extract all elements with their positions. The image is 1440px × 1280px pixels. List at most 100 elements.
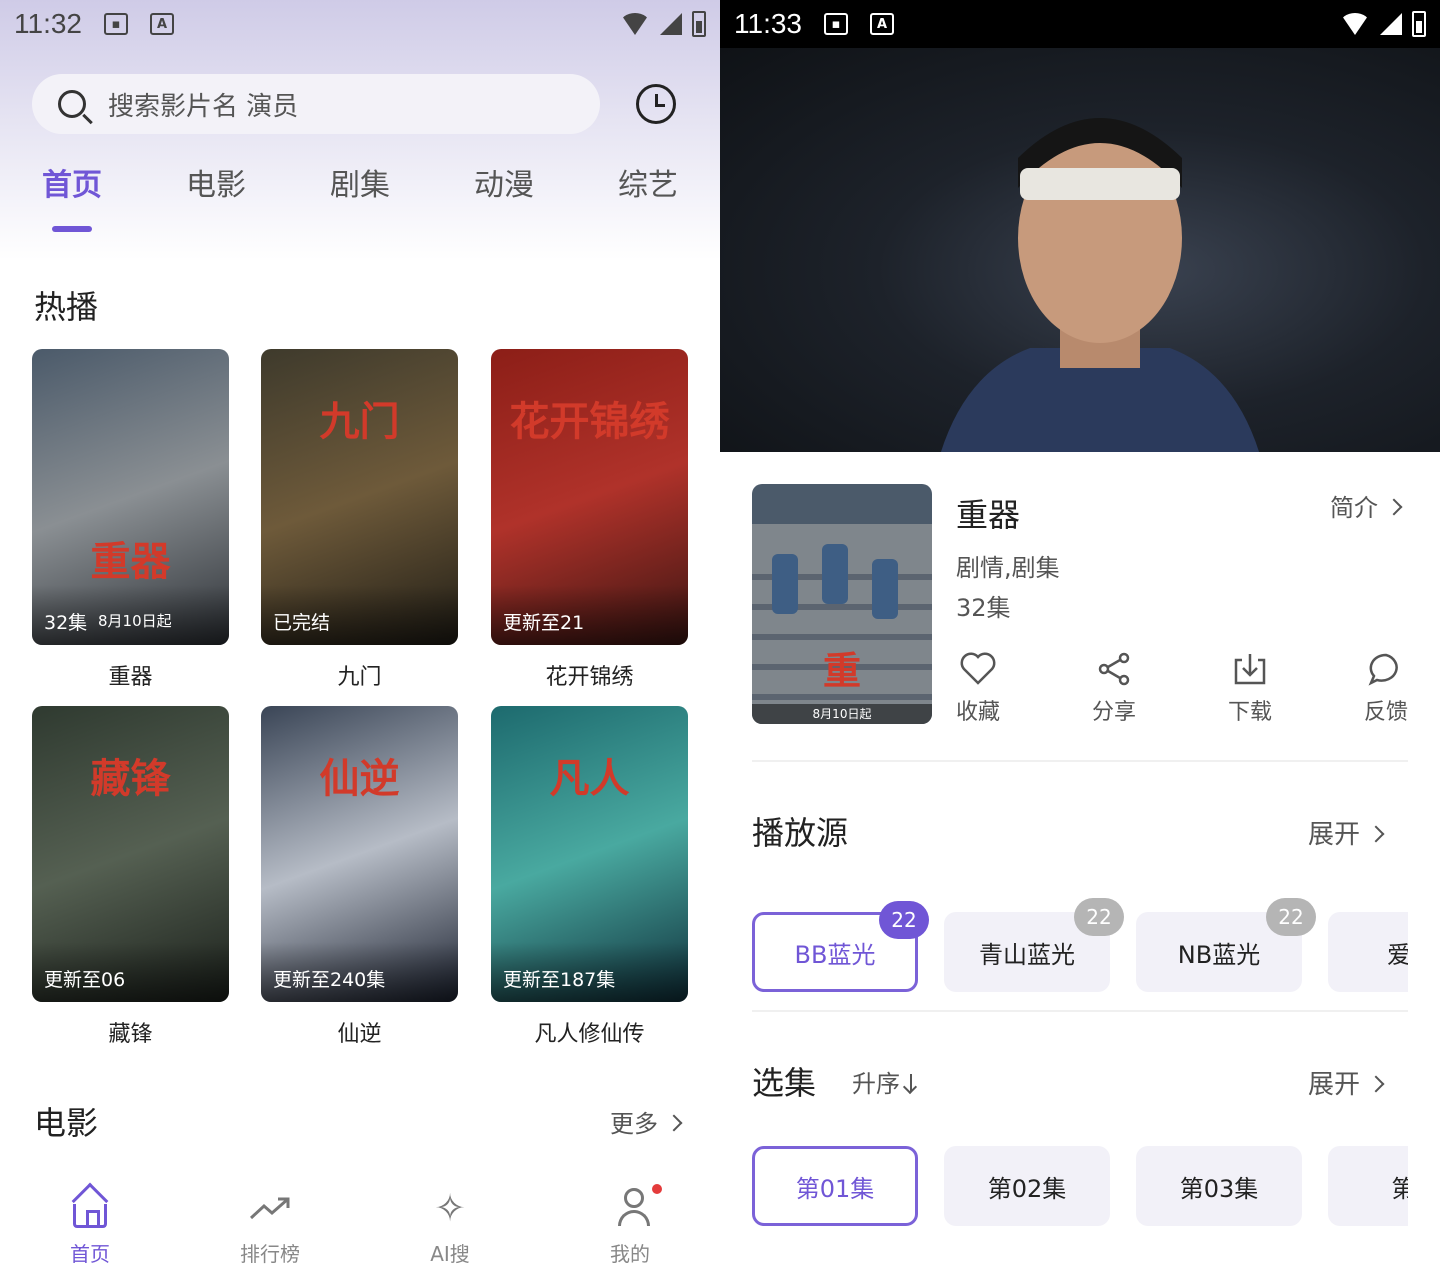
intro-link[interactable]: 简介 [1330,488,1403,523]
source-count-badge: 22 [879,901,929,939]
show-poster: 藏锋 更新至06 [32,706,229,1002]
nav-profile[interactable]: 我的 [570,1186,690,1267]
source-chip[interactable]: 爱奇 [1328,912,1408,992]
show-poster: 九门 已完结 [261,349,458,645]
sources-expand[interactable]: 展开 [1307,814,1385,851]
nav-profile-label: 我的 [610,1242,650,1266]
heart-icon [960,652,996,685]
wifi-icon [1340,13,1370,35]
source-chip[interactable]: 青山蓝光 22 [944,898,1124,992]
episodes-expand[interactable]: 展开 [1307,1064,1385,1101]
episode-list: 第01集 第02集 第03集 第0 [720,1130,1408,1240]
battery-icon [1412,11,1426,37]
feedback-button[interactable]: 反馈 [1346,652,1426,726]
detail-screen: 11:33 ▪ A 重 8月10日起 重器 剧情,剧集 32集 简介 收藏 分享… [720,0,1440,1280]
history-icon[interactable] [636,84,676,124]
arrow-down-icon [910,1074,912,1092]
image-icon: ▪ [104,13,128,35]
home-icon [68,1186,112,1230]
hot-section-title: 热播 [34,288,99,326]
source-count-badge: 22 [1266,898,1316,936]
episodes-expand-label: 展开 [1307,1070,1360,1100]
detail-title: 重器 [956,496,1021,534]
episode-chip[interactable]: 第03集 [1136,1146,1302,1226]
show-title: 重器 [108,665,153,690]
episode-chip[interactable]: 第0 [1328,1146,1408,1226]
sort-label: 升序 [852,1070,900,1098]
download-button[interactable]: 下载 [1210,652,1290,726]
detail-poster: 重 8月10日起 [752,484,932,724]
show-card[interactable]: 仙逆 更新至240集 仙逆 [261,706,458,1048]
poster-title-art: 藏锋 [90,755,171,802]
show-title: 九门 [337,665,382,690]
release-date-badge: 8月10日起 [98,612,172,630]
video-player[interactable] [720,48,1440,452]
sources-expand-label: 展开 [1307,820,1360,850]
download-label: 下载 [1227,700,1272,725]
movies-section-title: 电影 [34,1104,99,1142]
status-time: 11:33 [734,8,802,39]
nav-home-label: 首页 [70,1242,110,1266]
source-chip[interactable]: NB蓝光 22 [1136,898,1316,992]
source-chip[interactable]: BB蓝光 22 [752,901,929,992]
tab-variety[interactable]: 综艺 [598,160,698,204]
chevron-right-icon [1367,1075,1385,1092]
sort-toggle[interactable]: 升序 [852,1064,912,1099]
trending-icon [248,1186,292,1230]
font-icon: A [870,13,894,35]
show-card[interactable]: 凡人 更新至187集 凡人修仙传 [491,706,688,1048]
nav-home[interactable]: 首页 [30,1186,150,1267]
image-icon: ▪ [824,13,848,35]
source-label: NB蓝光 [1177,940,1261,969]
user-icon [608,1186,652,1230]
nav-ai-search[interactable]: ✧ AI搜 [390,1186,510,1267]
favorite-button[interactable]: 收藏 [938,652,1018,726]
battery-icon [692,11,706,37]
episode-badge: 更新至21 [503,612,585,634]
video-frame-person [940,118,1260,452]
intro-label: 简介 [1330,494,1378,522]
show-poster: 凡人 更新至187集 [491,706,688,1002]
search-icon [58,90,86,118]
category-tabs: 首页 电影 剧集 动漫 综艺 [0,160,720,240]
search-bar[interactable]: 搜索影片名 演员 [32,74,600,134]
poster-title-art: 重器 [90,538,171,585]
divider [752,1010,1408,1012]
sparkle-icon: ✧ [434,1186,466,1230]
chevron-right-icon [665,1114,683,1132]
signal-icon [660,13,682,35]
chat-bubble-icon [1368,653,1398,686]
show-poster: 仙逆 更新至240集 [261,706,458,1002]
share-button[interactable]: 分享 [1074,652,1154,726]
show-card[interactable]: 重器 32集 8月10日起 重器 [32,349,229,691]
movies-more-link[interactable]: 更多 [610,1104,683,1139]
poster-title-art: 花开锦绣 [509,398,670,445]
tab-movies[interactable]: 电影 [166,160,266,204]
detail-genre: 剧情,剧集 [956,554,1060,582]
status-bar: 11:32 ▪ A [0,0,720,48]
chevron-right-icon [1385,498,1403,516]
tab-indicator [52,226,92,232]
download-icon [1234,654,1266,685]
nav-ai-label: AI搜 [430,1242,470,1266]
nav-ranking[interactable]: 排行榜 [210,1186,330,1267]
poster-date: 8月10日起 [812,707,872,721]
search-placeholder: 搜索影片名 演员 [108,91,299,122]
show-card[interactable]: 九门 已完结 九门 [261,349,458,691]
tab-series[interactable]: 剧集 [310,160,410,204]
show-title: 仙逆 [337,1022,382,1047]
status-bar: 11:33 ▪ A [720,0,1440,48]
share-label: 分享 [1091,700,1136,725]
episode-chip[interactable]: 第02集 [944,1146,1110,1226]
show-card[interactable]: 花开锦绣 更新至21 花开锦绣 [491,349,688,691]
poster-title-art: 仙逆 [319,755,400,802]
episode-chip[interactable]: 第01集 [752,1146,918,1226]
status-time: 11:32 [14,8,82,39]
show-card[interactable]: 藏锋 更新至06 藏锋 [32,706,229,1048]
episodes-title: 选集 [752,1064,817,1102]
favorite-label: 收藏 [955,700,1000,725]
tab-anime[interactable]: 动漫 [454,160,554,204]
sources-title: 播放源 [752,814,849,852]
divider [752,760,1408,762]
tab-home[interactable]: 首页 [22,160,122,204]
